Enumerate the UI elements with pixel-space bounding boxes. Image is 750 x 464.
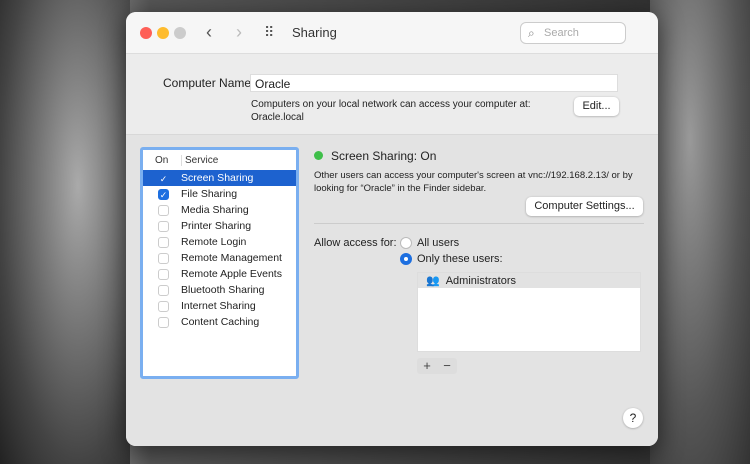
divider [314,223,644,224]
description: Other users can access your computer's s… [314,170,633,194]
checkbox[interactable] [158,252,169,264]
service-row[interactable]: Remote Management [143,250,296,266]
service-row[interactable]: ✓ File Sharing [143,186,296,202]
group-icon: 👥 [426,275,440,287]
service-row[interactable]: Bluetooth Sharing [143,282,296,298]
checkbox[interactable] [158,284,169,296]
computer-name-input[interactable]: Oracle [250,74,618,92]
allow-access-label: Allow access for: [314,237,397,249]
remove-user-button[interactable]: − [437,358,457,374]
edit-button[interactable]: Edit... [574,97,619,116]
service-label: Bluetooth Sharing [181,284,265,296]
service-label: Printer Sharing [181,220,252,232]
col-on: On [155,155,169,166]
checkbox[interactable] [158,220,169,232]
services-list: On Service ✓ Screen Sharing ✓ File Sharing Me… [140,147,299,379]
note-line: Computers on your local network can acce… [251,99,531,110]
service-label: Remote Login [181,236,247,248]
checkbox[interactable] [158,204,169,216]
checkbox[interactable]: ✓ [158,188,169,200]
add-user-button[interactable]: + [417,358,437,374]
service-label: Remote Apple Events [181,268,282,280]
radio-icon [400,237,412,249]
service-row[interactable]: Printer Sharing [143,218,296,234]
zoom-button[interactable] [174,27,186,39]
user-name: Administrators [445,275,516,287]
users-list: 👥 Administrators [417,272,641,352]
background-photo [0,0,130,464]
service-row[interactable]: Remote Login [143,234,296,250]
service-row[interactable]: Media Sharing [143,202,296,218]
grid-icon[interactable]: ⠿ [264,24,274,41]
help-button[interactable]: ? [623,408,643,428]
search-icon: ⌕ [528,26,535,40]
status-text: Screen Sharing: On [331,149,437,163]
back-icon[interactable]: ‹ [206,22,212,43]
list-header: On Service [143,150,296,170]
search-placeholder: Search [544,27,579,39]
sharing-window: ‹ › ⠿ Sharing ⌕ Search Computer Name: Ora… [126,12,658,446]
forward-icon[interactable]: › [236,22,242,43]
radio-label: Only these users: [417,253,503,265]
background-photo [650,0,750,464]
service-label: Screen Sharing [181,172,254,184]
service-row[interactable]: ✓ Screen Sharing [143,170,296,186]
status-dot [314,151,323,160]
radio-only-these-users[interactable]: Only these users: [400,253,503,265]
service-label: Media Sharing [181,204,249,216]
service-label: File Sharing [181,188,238,200]
checkbox[interactable] [158,268,169,280]
service-row[interactable]: Content Caching [143,314,296,330]
service-row[interactable]: Internet Sharing [143,298,296,314]
status: Screen Sharing: On [314,149,436,163]
radio-icon [400,253,412,265]
search-input[interactable]: ⌕ Search [520,22,626,44]
checkbox[interactable] [158,236,169,248]
network-note: Computers on your local network can acce… [251,98,531,124]
service-label: Remote Management [181,252,282,264]
minimize-button[interactable] [157,27,169,39]
checkbox[interactable] [158,300,169,312]
titlebar: ‹ › ⠿ Sharing ⌕ Search [126,12,658,54]
checkbox[interactable] [158,316,169,328]
service-label: Internet Sharing [181,300,256,312]
radio-all-users[interactable]: All users [400,237,459,249]
checkbox[interactable]: ✓ [158,173,169,184]
service-label: Content Caching [181,316,260,328]
user-row[interactable]: 👥 Administrators [418,273,640,288]
add-remove-control: + − [417,358,457,374]
service-row[interactable]: Remote Apple Events [143,266,296,282]
col-service: Service [181,155,218,166]
radio-label: All users [417,237,460,249]
close-button[interactable] [140,27,152,39]
local-address: Oracle.local [251,112,304,123]
computer-name-label: Computer Name: [163,76,255,90]
window-title: Sharing [292,25,337,40]
computer-settings-button[interactable]: Computer Settings... [526,197,643,216]
